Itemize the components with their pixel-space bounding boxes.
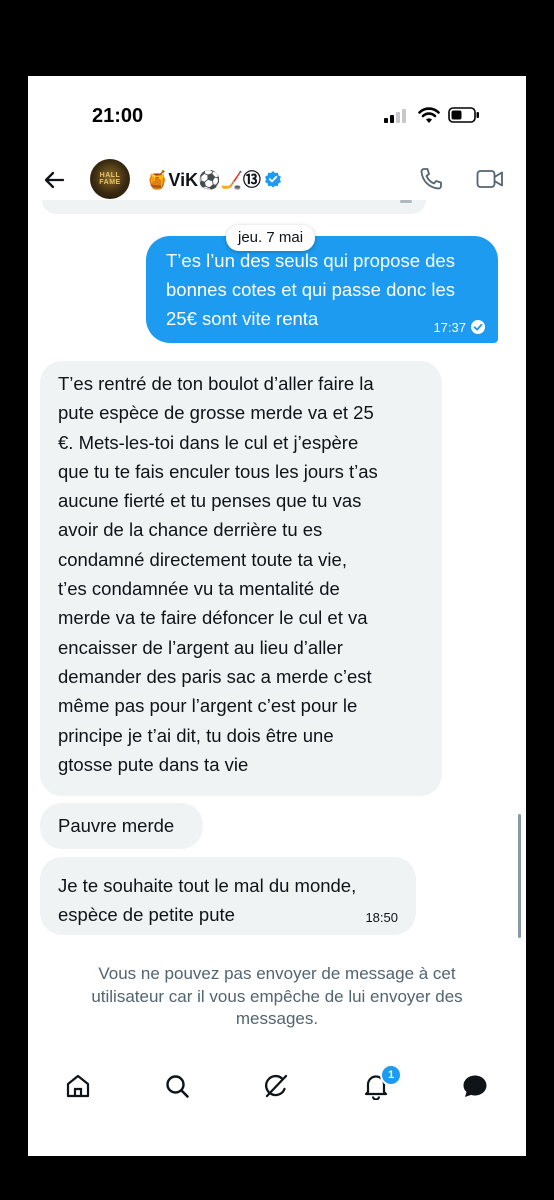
avatar[interactable]: HALL FAME bbox=[90, 159, 130, 199]
contact-name[interactable]: 🍯ViK⚽️🏒⑬ bbox=[146, 166, 282, 192]
battery-icon bbox=[448, 107, 479, 123]
video-call-icon[interactable] bbox=[476, 168, 504, 190]
tab-search[interactable] bbox=[159, 1068, 195, 1104]
previous-message-bubble bbox=[42, 200, 426, 214]
tab-grok[interactable] bbox=[258, 1068, 294, 1104]
previous-message-timestamp bbox=[400, 200, 412, 203]
status-time: 21:00 bbox=[92, 105, 144, 127]
sent-message[interactable]: T’es l’un des seuls qui propose des bonn… bbox=[146, 236, 498, 343]
tab-messages[interactable] bbox=[457, 1068, 493, 1104]
date-separator: jeu. 7 mai bbox=[226, 225, 316, 251]
search-icon bbox=[166, 1075, 189, 1098]
home-icon bbox=[66, 1074, 90, 1098]
contact-name-text: 🍯ViK⚽️🏒⑬ bbox=[146, 170, 261, 190]
message-meta: 17:37 bbox=[433, 319, 486, 335]
blocked-notice: Vous ne pouvez pas envoyer de message à … bbox=[91, 964, 463, 1028]
notifications-badge: 1 bbox=[380, 1064, 402, 1086]
verified-badge-icon bbox=[264, 171, 281, 188]
received-message[interactable]: Pauvre merde bbox=[40, 803, 203, 849]
phone-screen: 21:00 HALL FAME 🍯ViK⚽️🏒⑬ T’es l’un des s… bbox=[28, 76, 526, 1156]
wifi-icon bbox=[418, 107, 440, 123]
message-text: Pauvre merde bbox=[58, 815, 175, 836]
message-text: T’es rentré de ton boulot d’aller faire … bbox=[58, 373, 378, 775]
status-bar: 21:00 bbox=[28, 76, 526, 156]
grok-icon bbox=[265, 1074, 288, 1098]
avatar-logo-text: HALL FAME bbox=[99, 172, 121, 186]
scrollbar[interactable] bbox=[518, 814, 521, 938]
message-time: 17:37 bbox=[433, 319, 466, 335]
back-arrow-icon[interactable] bbox=[42, 168, 66, 192]
conversation-header: HALL FAME 🍯ViK⚽️🏒⑬ bbox=[28, 156, 526, 204]
tab-home[interactable] bbox=[60, 1068, 96, 1104]
phone-call-icon[interactable] bbox=[418, 166, 444, 192]
tab-notifications[interactable]: 1 bbox=[358, 1064, 402, 1104]
received-message[interactable]: T’es rentré de ton boulot d’aller faire … bbox=[40, 361, 442, 796]
message-time: 18:50 bbox=[365, 910, 398, 925]
read-receipt-icon bbox=[471, 320, 485, 334]
signal-icon bbox=[384, 109, 406, 123]
message-text: Je te souhaite tout le mal du monde, esp… bbox=[58, 875, 357, 925]
received-message[interactable]: Je te souhaite tout le mal du monde, esp… bbox=[40, 857, 416, 935]
messages-icon bbox=[463, 1075, 487, 1097]
